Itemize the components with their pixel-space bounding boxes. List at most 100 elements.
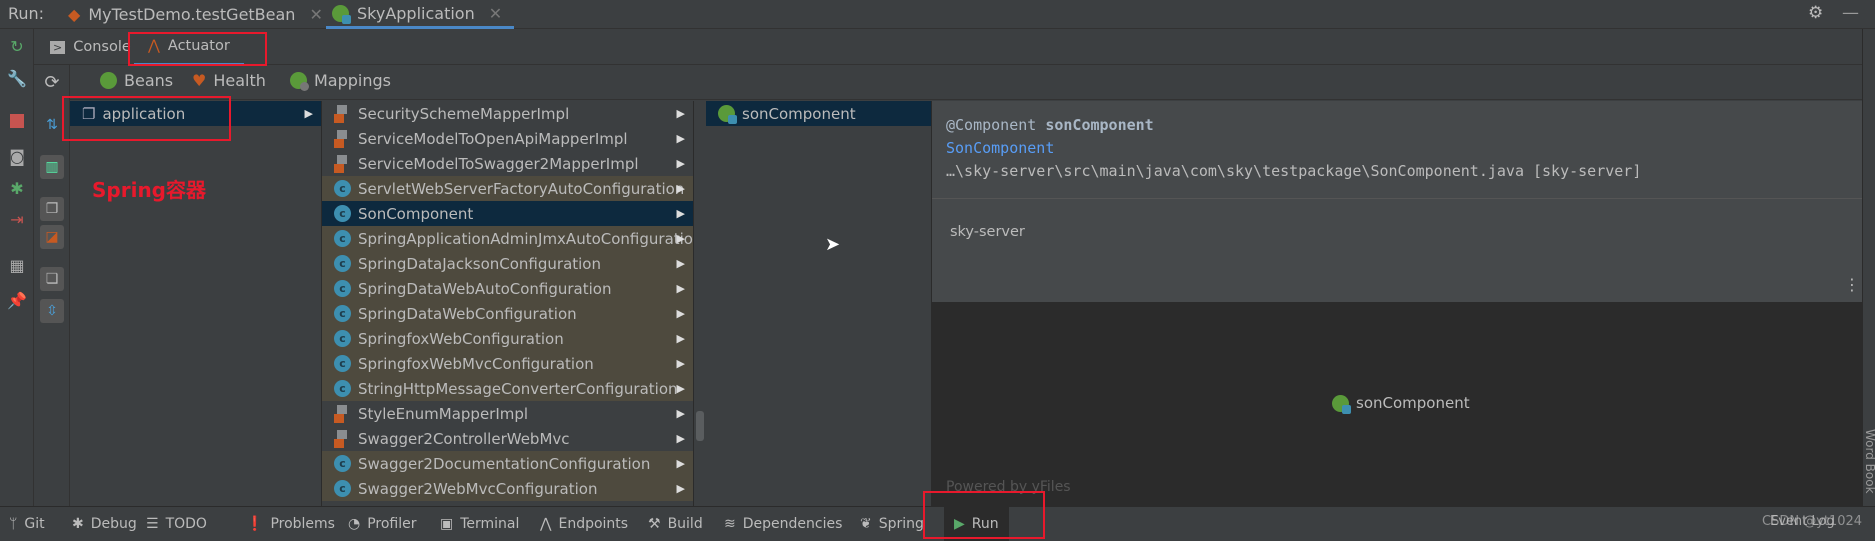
bean-list-item[interactable]: c SonComponent ▶ [322,201,693,226]
chevron-right-icon: ▶ [676,232,685,245]
bean-list-item[interactable]: c ServletWebServerFactoryAutoConfiguratio… [322,176,693,201]
chevron-right-icon: ▶ [676,332,685,345]
debug-bug-icon[interactable]: ✱ [7,179,27,199]
run-tool-header: Run: ◆ MyTestDemo.testGetBean ✕ SkyApplic… [0,0,1875,29]
run-tab-mytestdemo[interactable]: ◆ MyTestDemo.testGetBean ✕ [68,0,323,29]
bean-list-item[interactable]: SecuritySchemeMapperImpl ▶ [322,101,693,126]
bean-label: SpringApplicationAdminJmxAutoConfigurati… [358,229,693,248]
bean-label: SpringfoxWebConfiguration [358,329,564,348]
gear-icon[interactable]: ⚙ [1808,3,1823,23]
scrollbar-thumb[interactable] [696,411,704,441]
spring-leaf-icon: ❦ [860,516,872,532]
bean-label: StyleEnumMapperImpl [358,404,529,423]
bean-list-scrollbar[interactable] [694,101,706,506]
module-name: sky-server [950,224,1025,240]
actuator-tabs: Beans ♥ Health Mappings [70,65,1875,100]
bean-list-item[interactable]: StyleEnumMapperImpl ▶ [322,401,693,426]
run-tab-skyapplication[interactable]: SkyApplication ✕ [326,0,515,29]
divider [932,198,1862,199]
bean-detail-panel: @Component sonComponent SonComponent …\s… [932,101,1862,506]
tool-window-label: Spring [878,516,924,532]
class-icon: c [334,480,351,497]
spring-bean-icon [1332,394,1351,414]
tool-window-todo[interactable]: ☰ TODO [146,507,207,541]
tab-beans[interactable]: Beans [100,71,174,98]
bean-list-item[interactable]: c StringHttpMessageConverterConfiguration… [322,376,693,401]
tool-window-label: Git [24,516,45,532]
chevron-right-icon: ▶ [676,282,685,295]
tool-window-label: Build [667,516,703,532]
copy-icon[interactable]: ❏ [40,267,64,291]
bean-label: StringHttpMessageConverterConfiguration [358,379,678,398]
bean-icon [334,129,351,148]
list-item-soncomponent[interactable]: sonComponent [706,101,931,126]
bean-class-link[interactable]: SonComponent [946,139,1054,157]
diagram-icon[interactable]: ⇅ [40,113,64,137]
tool-window-problems[interactable]: ❗ Problems [246,507,335,541]
graph-node-soncomponent[interactable]: sonComponent [1332,394,1470,414]
wrench-icon[interactable]: 🔧 [7,69,27,89]
tool-window-debug[interactable]: ✱ Debug [72,507,137,541]
git-icon: ᛘ [9,516,18,532]
bean-list-item[interactable]: c SpringfoxWebConfiguration ▶ [322,326,693,351]
bean-list-item[interactable]: ServiceModelToSwagger2MapperImpl ▶ [322,151,693,176]
tool-window-spring[interactable]: ❦ Spring [860,507,924,541]
list-icon: ☰ [146,516,159,532]
bean-icon [334,429,351,448]
bean-list-item[interactable]: Swagger2ControllerWebMvc ▶ [322,426,693,451]
class-icon: c [334,455,351,472]
rerun-icon[interactable]: ↻ [7,37,27,57]
tool-window-label: TODO [165,516,207,532]
layers-icon: ≋ [724,516,736,532]
bean-list-item[interactable]: ServiceModelToOpenApiMapperImpl ▶ [322,126,693,151]
bean-filter-icon[interactable]: ◪ [40,225,64,249]
bean-list-item[interactable]: c SpringfoxWebMvcConfiguration ▶ [322,351,693,376]
bean-info: @Component sonComponent SonComponent …\s… [932,101,1862,302]
tool-window-label: Dependencies [742,516,843,532]
tool-window-dependencies[interactable]: ≋ Dependencies [724,507,842,541]
close-icon[interactable]: ✕ [489,4,502,23]
bean-label: SpringfoxWebMvcConfiguration [358,354,594,373]
bean-list: SecuritySchemeMapperImpl ▶ ServiceModelToO… [322,101,694,506]
class-icon: c [334,355,351,372]
chevron-right-icon: ▶ [676,457,685,470]
tool-window-build[interactable]: ⚒ Build [648,507,703,541]
bean-list-item[interactable]: c SpringApplicationAdminJmxAutoConfigurat… [322,226,693,251]
bean-icon [334,404,351,423]
chevron-right-icon: ▶ [676,207,685,220]
refresh-icon[interactable]: ⟳ [40,71,64,95]
layout-icon[interactable]: ▦ [7,256,27,276]
close-icon[interactable]: ✕ [309,5,322,24]
class-icon: c [334,230,351,247]
pin-icon[interactable]: 📌 [7,291,27,311]
expand-icon[interactable]: ⇳ [40,299,64,323]
tool-window-git[interactable]: ᛘ Git [9,507,45,541]
tab-health[interactable]: ♥ Health [192,71,266,90]
tool-window-endpoints[interactable]: ⋀ Endpoints [540,507,628,541]
bean-source-path[interactable]: …\sky-server\src\main\java\com\sky\testp… [946,162,1641,180]
warning-icon: ❗ [246,516,264,532]
tool-window-profiler[interactable]: ◔ Profiler [348,507,417,541]
files-icon[interactable]: ❐ [40,197,64,221]
bean-label: Swagger2ControllerWebMvc [358,429,570,448]
tool-window-terminal[interactable]: ▣ Terminal [440,507,519,541]
bean-list-item[interactable]: c SpringDataWebConfiguration ▶ [322,301,693,326]
bean-list-item[interactable]: c Swagger2DocumentationConfiguration ▶ [322,451,693,476]
minimize-icon[interactable]: — [1842,3,1859,23]
bean-list-item[interactable]: c Swagger2WebMvcConfiguration ▶ [322,476,693,501]
annotation-box-actuator [128,32,267,66]
more-options-icon[interactable]: ⋮ [1844,275,1860,294]
bean-list-item[interactable]: c SpringDataJacksonConfiguration ▶ [322,251,693,276]
bean-list-item[interactable]: c SpringDataWebAutoConfiguration ▶ [322,276,693,301]
word-book-tab[interactable]: Word Book [1863,429,1875,494]
tab-mappings[interactable]: Mappings [290,71,391,91]
tool-window-label: Problems [270,516,335,532]
bean-label: SpringDataWebAutoConfiguration [358,279,612,298]
tab-console[interactable]: > Console [50,29,131,65]
exit-icon[interactable]: ⇥ [7,210,27,230]
junit-icon: ◆ [68,5,81,24]
camera-icon[interactable]: ◙ [7,147,27,167]
stop-icon[interactable] [10,114,24,128]
chart-icon[interactable]: ▥ [40,155,64,179]
bean-label: SpringDataJacksonConfiguration [358,254,601,273]
